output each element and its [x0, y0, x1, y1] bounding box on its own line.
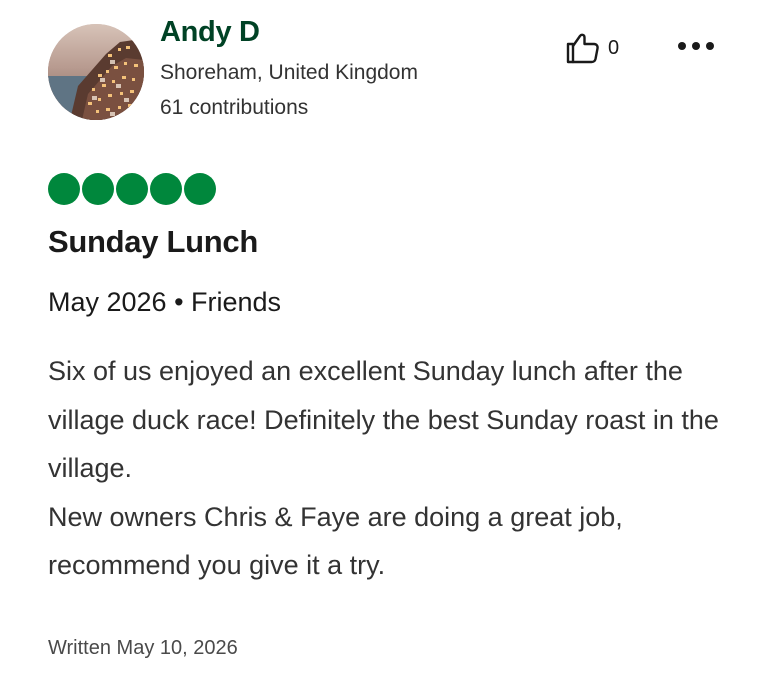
thumbs-up-icon [565, 32, 601, 64]
avatar[interactable] [48, 24, 144, 120]
written-date: Written May 10, 2026 [48, 637, 238, 659]
helpful-vote-button[interactable]: 0 [565, 30, 619, 66]
review-paragraph: Six of us enjoyed an excellent Sunday lu… [48, 356, 719, 483]
avatar-photo [48, 24, 144, 120]
rating-bubble-icon [150, 173, 182, 205]
rating-bubble-icon [48, 173, 80, 205]
rating-bubble-icon [116, 173, 148, 205]
reviewer-location: Shoreham, United Kingdom [160, 61, 418, 84]
helpful-count: 0 [608, 36, 620, 59]
more-options-button[interactable] [672, 30, 720, 64]
trip-date-type: May 2026 • Friends [48, 287, 282, 317]
review-text: Six of us enjoyed an excellent Sunday lu… [48, 347, 728, 590]
rating-bubble-icon [184, 173, 216, 205]
rating-bubble-icon [82, 173, 114, 205]
reviewer-contributions: 61 contributions [160, 96, 309, 119]
review-paragraph: New owners Chris & Faye are doing a grea… [48, 501, 623, 581]
review-title[interactable]: Sunday Lunch [48, 224, 258, 260]
more-options-icon [676, 38, 716, 56]
reviewer-name[interactable]: Andy D [160, 16, 260, 49]
rating-bubbles [48, 173, 218, 205]
review-card: Andy D Shoreham, United Kingdom 61 contr… [0, 0, 768, 676]
